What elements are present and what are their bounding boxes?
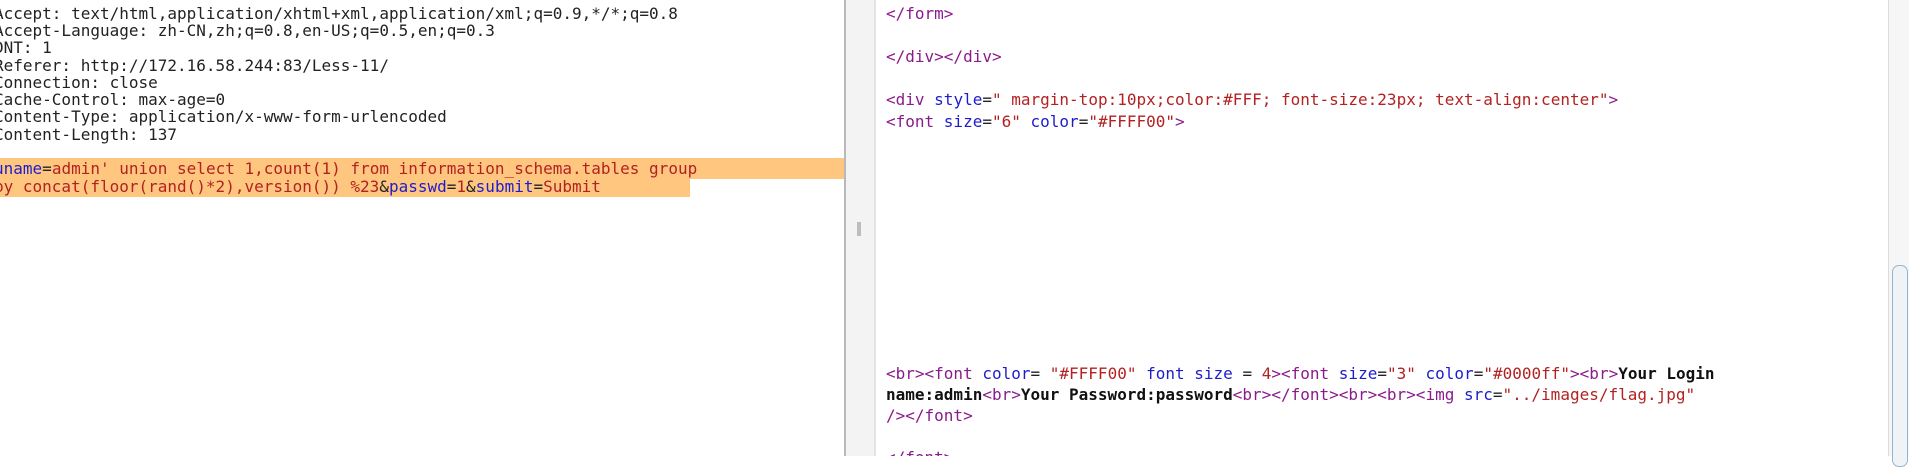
- equals-sign: =: [1030, 364, 1050, 383]
- attr-style: style: [934, 90, 983, 109]
- param-value-submit: Submit: [543, 177, 601, 196]
- tag-br: <br>: [886, 364, 925, 383]
- equals-sign: =: [982, 90, 992, 109]
- equals-sign: =: [1473, 364, 1484, 383]
- scrollbar-thumb[interactable]: [1892, 265, 1908, 467]
- tag-div: <div: [886, 90, 935, 109]
- equals-sign: =: [1377, 364, 1387, 383]
- equals-sign: =: [1078, 112, 1089, 131]
- login-text: Your Login: [1618, 364, 1715, 383]
- response-line-password-result: name:admin<br>Your Password:password<br>…: [886, 384, 1695, 405]
- password-text: Your Password:password: [1020, 385, 1233, 404]
- response-line-font-close: /></font>: [886, 406, 973, 425]
- param-value-passwd: 1: [456, 177, 467, 196]
- attr-value-style: " margin-top:10px;color:#FFF; font-size:…: [991, 90, 1609, 109]
- attr-color: color: [982, 364, 1031, 383]
- attr-value-src: "../images/flag.jpg": [1502, 385, 1696, 404]
- attr-size: size: [1338, 364, 1378, 383]
- pane-divider[interactable]: [844, 0, 876, 456]
- response-line-login-result: <br><font color= "#FFFF00" font size = 4…: [886, 363, 1715, 384]
- header-line-content-length: Content-Length: 137: [0, 125, 178, 144]
- attr-font: font: [1146, 364, 1185, 383]
- attr-color: color: [1030, 112, 1079, 131]
- divider-grip-icon[interactable]: [857, 222, 861, 236]
- param-key-submit: submit: [475, 177, 534, 196]
- ampersand: &: [379, 177, 389, 196]
- request-editor[interactable]: Accept: text/html,application/xhtml+xml,…: [0, 0, 844, 456]
- tag-sequence: <br></font><br><br><img: [1232, 385, 1464, 404]
- tag-font: <font: [924, 364, 983, 383]
- attr-size: size: [943, 112, 983, 131]
- body-line-2[interactable]: by concat(floor(rand()*2),version()) %23…: [0, 176, 601, 197]
- attr-size: size: [1194, 364, 1233, 383]
- response-scrollbar[interactable]: [1888, 0, 1909, 467]
- tag-font: <font: [886, 112, 944, 131]
- ampersand: &: [466, 177, 476, 196]
- login-name-text: name:admin: [886, 385, 983, 404]
- tag-close: >: [1271, 364, 1281, 383]
- param-key-passwd: passwd: [388, 177, 447, 196]
- response-line-font-open: <font size="6" color="#FFFF00">: [886, 111, 1185, 132]
- param-value-uname-cont: by concat(floor(rand()*2),version()) %23: [0, 177, 380, 196]
- response-line-form-close: </form>: [886, 4, 954, 23]
- attr-value-color: "#FFFF00": [1049, 364, 1137, 383]
- attr-color: color: [1425, 364, 1474, 383]
- tag-font: <font: [1281, 364, 1339, 383]
- response-viewer[interactable]: </form> </div></div> <div style=" margin…: [876, 0, 1906, 456]
- attr-value-size: 4: [1261, 364, 1272, 383]
- attr-src: src: [1463, 385, 1493, 404]
- attr-value-color: "#FFFF00": [1088, 112, 1176, 131]
- response-line-div-style: <div style=" margin-top:10px;color:#FFF;…: [886, 89, 1618, 110]
- equals-sign: =: [1492, 385, 1503, 404]
- response-line-div-close: </div></div>: [886, 47, 1002, 66]
- tag-close: >: [1608, 90, 1619, 109]
- attr-value-size: "3": [1386, 364, 1416, 383]
- tag-br: <br>: [982, 385, 1021, 404]
- attr-value-color: "#0000ff": [1483, 364, 1571, 383]
- equals-sign: =: [1232, 364, 1262, 383]
- equals-sign: =: [982, 112, 992, 131]
- equals-sign: =: [446, 177, 457, 196]
- header-line-accept-language: Accept-Language: zh-CN,zh;q=0.8,en-US;q=…: [0, 21, 495, 40]
- attr-value-size: "6": [991, 112, 1021, 131]
- response-line-font-close-2: </font>: [886, 447, 953, 456]
- tag-close: >: [1175, 112, 1185, 131]
- tag-br: <br>: [1579, 364, 1619, 383]
- equals-sign: =: [533, 177, 544, 196]
- tag-close: >: [1570, 364, 1580, 383]
